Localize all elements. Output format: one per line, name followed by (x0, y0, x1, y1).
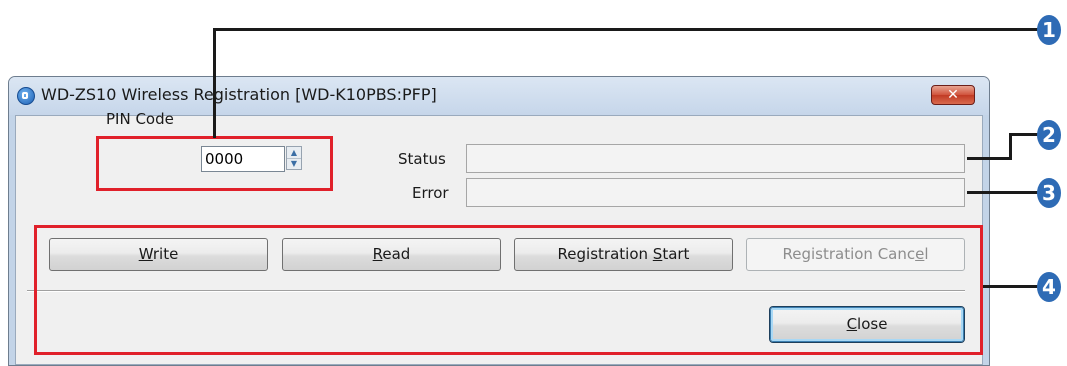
callout-3-line (967, 191, 1038, 194)
pin-code-label: PIN Code (106, 110, 174, 128)
error-field (466, 178, 965, 207)
callout-1-horizontal-line (213, 28, 1038, 31)
pin-code-highlight (96, 136, 333, 191)
callout-2-upper-line (1009, 133, 1039, 136)
callout-2-lower-line (967, 157, 1011, 160)
callout-2-vertical-line (1009, 133, 1012, 160)
status-label: Status (398, 150, 446, 168)
buttons-highlight (34, 225, 983, 355)
error-label: Error (412, 184, 449, 202)
window-title: WD-ZS10 Wireless Registration [WD-K10PBS… (41, 85, 437, 104)
window-close-icon[interactable]: ✕ (931, 85, 975, 105)
app-icon (17, 87, 35, 105)
callout-marker-3: 3 (1037, 178, 1061, 208)
status-field (466, 144, 965, 173)
callout-marker-2: 2 (1037, 120, 1061, 150)
callout-1-vertical-line (213, 28, 216, 138)
callout-4-line (983, 285, 1038, 288)
callout-marker-1: 1 (1037, 15, 1061, 45)
callout-marker-4: 4 (1037, 272, 1061, 302)
